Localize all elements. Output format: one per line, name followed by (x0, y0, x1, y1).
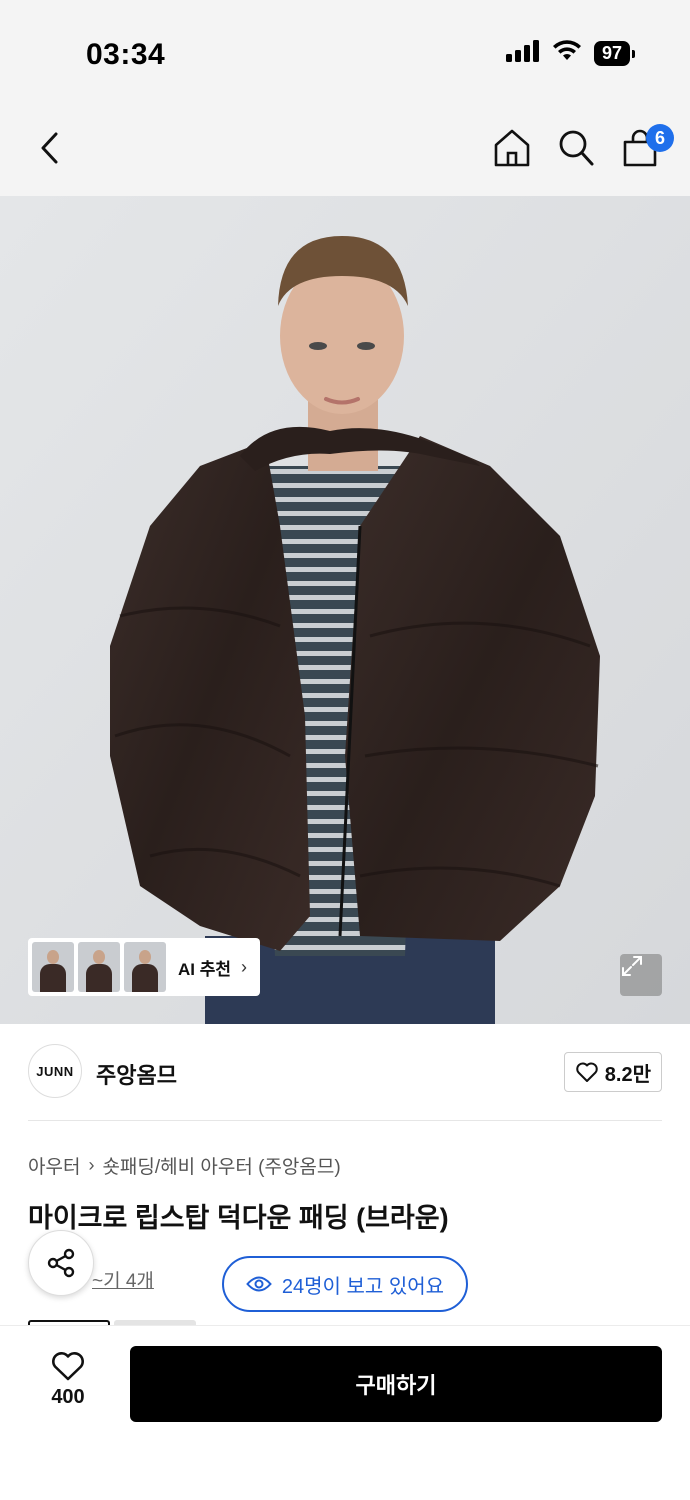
chevron-right-icon: › (241, 956, 248, 977)
battery-icon: 97 (593, 41, 636, 66)
back-button[interactable] (28, 124, 72, 172)
bottom-action-bar: 400 구매하기 (0, 1325, 690, 1500)
share-icon (47, 1248, 75, 1278)
review-link[interactable]: ~기 4개 (92, 1266, 154, 1293)
viewers-text: 24명이 보고 있어요 (281, 1275, 445, 1298)
heart-icon (576, 1062, 598, 1082)
search-button[interactable] (556, 126, 596, 170)
wifi-icon (552, 40, 582, 67)
divider (28, 1120, 662, 1121)
home-button[interactable] (492, 126, 532, 170)
status-icons: 97 (505, 40, 636, 67)
product-image[interactable]: AI 추천 › (0, 196, 690, 1024)
expand-image-button[interactable] (620, 954, 662, 996)
brand-like-button[interactable]: 8.2만 (563, 1052, 662, 1092)
ai-thumbnail (32, 942, 74, 992)
ai-recommend-label: AI 추천 (178, 959, 232, 979)
share-button[interactable] (28, 1230, 94, 1296)
breadcrumb-item[interactable]: 아우터 (28, 1152, 80, 1179)
status-time: 03:34 (86, 38, 166, 71)
ai-thumbnail (124, 942, 166, 992)
brand-like-count: 8.2만 (604, 1063, 651, 1086)
ai-thumbnail (78, 942, 120, 992)
home-icon (494, 129, 530, 167)
product-like-count: 400 (51, 1386, 85, 1408)
nav-actions: 6 (492, 124, 674, 170)
brand-logo[interactable]: JUNN (28, 1044, 82, 1098)
viewers-indicator: 24명이 보고 있어요 (222, 1256, 468, 1312)
product-like-button[interactable]: 400 (30, 1350, 106, 1430)
search-icon (559, 130, 594, 166)
eye-icon (246, 1276, 272, 1292)
signal-icon (505, 40, 540, 67)
chevron-right-icon: › (88, 1155, 95, 1175)
breadcrumb-item[interactable]: 숏패딩/헤비 아우터 (주앙옴므) (102, 1152, 340, 1179)
product-title: 마이크로 립스탑 덕다운 패딩 (브라운) (28, 1203, 449, 1233)
brand-row: JUNN 주앙옴므 8.2만 (28, 1044, 662, 1100)
product-photo-illustration (0, 196, 690, 1024)
buy-button[interactable]: 구매하기 (130, 1346, 662, 1422)
cart-button[interactable]: 6 (620, 124, 674, 170)
heart-icon (52, 1352, 84, 1381)
expand-icon (622, 956, 642, 976)
status-bar: 03:34 97 (0, 0, 690, 100)
ai-recommend-button[interactable]: AI 추천 › (28, 938, 260, 996)
cart-count-badge: 6 (646, 124, 674, 152)
top-navigation: 6 (0, 100, 690, 196)
breadcrumb: 아우터 › 숏패딩/헤비 아우터 (주앙옴므) (28, 1152, 341, 1179)
brand-name[interactable]: 주앙옴므 (96, 1058, 177, 1090)
back-icon (41, 132, 58, 164)
